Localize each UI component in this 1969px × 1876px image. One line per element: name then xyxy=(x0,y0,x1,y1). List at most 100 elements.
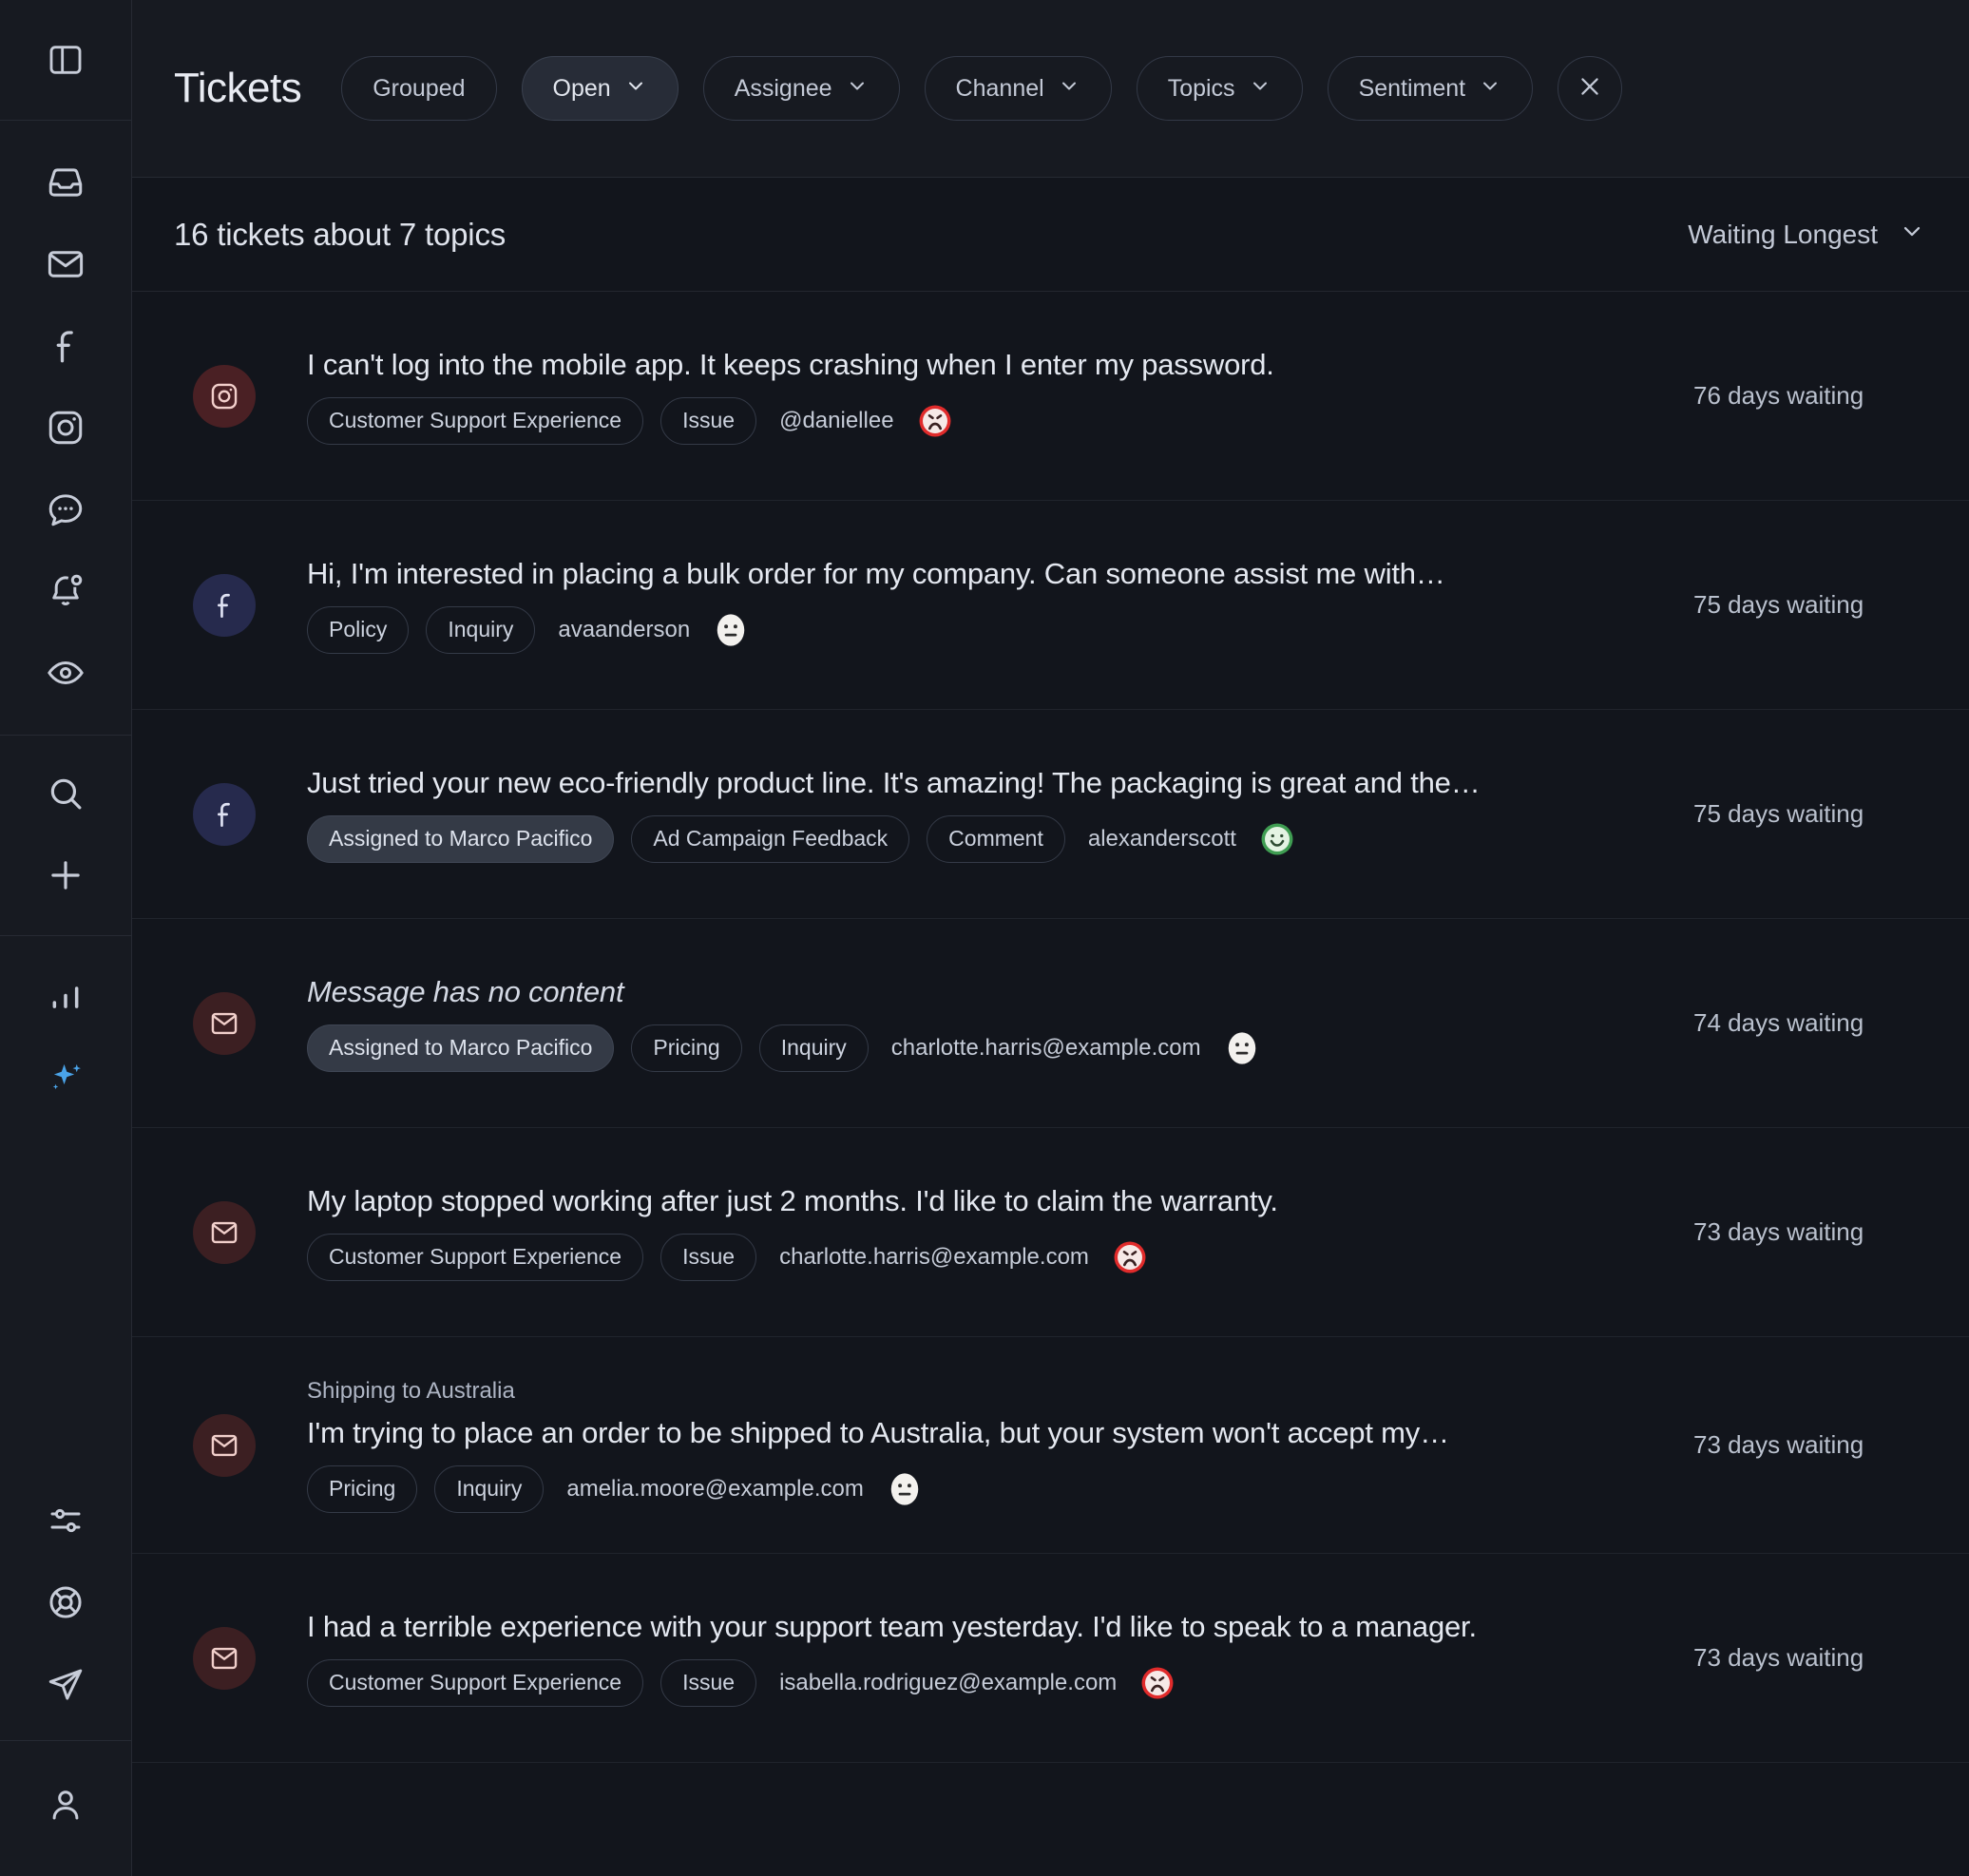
ticket-row[interactable]: Hi, I'm interested in placing a bulk ord… xyxy=(132,501,1969,710)
ticket-meta: Assigned to Marco Pacifico Ad Campaign Fe… xyxy=(307,814,1640,863)
plus-icon[interactable] xyxy=(25,834,106,916)
facebook-icon[interactable] xyxy=(25,305,106,387)
filter-assignee-label: Assignee xyxy=(734,74,832,102)
topic-tag[interactable]: Inquiry xyxy=(426,605,536,654)
ticket-row[interactable]: Message has no content Assigned to Marco… xyxy=(132,919,1969,1128)
main-panel: Tickets Grouped Open Assignee Channel To… xyxy=(132,0,1969,1876)
topic-tag[interactable]: Comment xyxy=(927,814,1065,863)
sentiment-neutral-icon xyxy=(1218,1030,1260,1066)
ticket-body: Message has no content Assigned to Marco… xyxy=(307,975,1640,1072)
ticket-row[interactable]: I had a terrible experience with your su… xyxy=(132,1554,1969,1763)
ticket-preview: I had a terrible experience with your su… xyxy=(307,1609,1477,1643)
chevron-down-icon xyxy=(1058,74,1080,104)
sort-dropdown-label: Waiting Longest xyxy=(1688,219,1878,249)
chevron-down-icon xyxy=(1479,74,1501,104)
topic-tag[interactable]: Issue xyxy=(660,396,757,445)
filter-channel-label: Channel xyxy=(955,74,1044,102)
filter-channel[interactable]: Channel xyxy=(924,56,1112,121)
channel-avatar-wrap xyxy=(174,364,307,428)
chevron-down-icon xyxy=(624,74,647,104)
filter-sentiment[interactable]: Sentiment xyxy=(1327,56,1534,121)
page-title: Tickets xyxy=(174,65,302,111)
ticket-preview: Hi, I'm interested in placing a bulk ord… xyxy=(307,556,1445,590)
topic-tag[interactable]: Inquiry xyxy=(758,1024,869,1072)
channel-avatar-wrap xyxy=(174,782,307,846)
sentiment-negative-icon xyxy=(1106,1239,1148,1275)
ticket-list: I can't log into the mobile app. It keep… xyxy=(132,292,1969,1876)
assignee-tag[interactable]: Assigned to Marco Pacifico xyxy=(307,1024,615,1072)
topic-tag[interactable]: Customer Support Experience xyxy=(307,1658,644,1707)
envelope-icon xyxy=(193,1200,256,1264)
ticket-body: I had a terrible experience with your su… xyxy=(307,1610,1640,1707)
sentiment-negative-icon xyxy=(911,403,953,439)
chevron-down-icon xyxy=(1249,74,1271,104)
ticket-row[interactable]: My laptop stopped working after just 2 m… xyxy=(132,1128,1969,1337)
sort-dropdown[interactable]: Waiting Longest xyxy=(1688,218,1925,251)
list-subheader: 16 tickets about 7 topics Waiting Longes… xyxy=(132,178,1969,292)
sentiment-negative-icon xyxy=(1134,1665,1176,1701)
send-icon[interactable] xyxy=(25,1643,106,1725)
filter-grouped[interactable]: Grouped xyxy=(341,56,497,121)
ai-sparkle-icon[interactable] xyxy=(25,1039,106,1120)
envelope-icon xyxy=(193,1626,256,1690)
filter-sentiment-label: Sentiment xyxy=(1358,74,1466,102)
inbox-icon[interactable] xyxy=(25,142,106,223)
ticket-row[interactable]: Shipping to Australia I'm trying to plac… xyxy=(132,1337,1969,1554)
ticket-meta: Policy Inquiry avaanderson xyxy=(307,605,1640,654)
search-icon[interactable] xyxy=(25,753,106,834)
filter-open[interactable]: Open xyxy=(521,56,679,121)
ticket-preview: I can't log into the mobile app. It keep… xyxy=(307,347,1274,381)
ticket-author: alexanderscott xyxy=(1087,825,1236,852)
ticket-author: charlotte.harris@example.com xyxy=(779,1243,1089,1270)
topic-tag[interactable]: Customer Support Experience xyxy=(307,396,644,445)
ticket-preview: My laptop stopped working after just 2 m… xyxy=(307,1183,1278,1217)
sliders-icon[interactable] xyxy=(25,1480,106,1561)
assignee-tag[interactable]: Assigned to Marco Pacifico xyxy=(307,814,615,863)
topic-tag[interactable]: Policy xyxy=(307,605,410,654)
filter-grouped-label: Grouped xyxy=(373,74,466,102)
ticket-waiting-time: 73 days waiting xyxy=(1693,1217,1864,1246)
sentiment-neutral-icon xyxy=(881,1471,923,1507)
ticket-author: @daniellee xyxy=(779,407,894,433)
sidebar-account xyxy=(0,1741,131,1876)
ticket-waiting-time: 73 days waiting xyxy=(1693,1643,1864,1672)
topic-tag[interactable]: Pricing xyxy=(631,1024,742,1072)
sidebar-insights xyxy=(0,936,131,1120)
topic-tag[interactable]: Issue xyxy=(660,1233,757,1281)
ticket-meta: Assigned to Marco Pacifico Pricing Inquiry… xyxy=(307,1024,1640,1072)
ticket-author: avaanderson xyxy=(558,616,691,642)
envelope-icon xyxy=(193,991,256,1055)
clear-filters-button[interactable] xyxy=(1558,56,1623,121)
sidebar-actions xyxy=(0,736,131,916)
facebook-icon xyxy=(193,573,256,637)
topic-tag[interactable]: Customer Support Experience xyxy=(307,1233,644,1281)
bell-dot-icon[interactable] xyxy=(25,550,106,632)
bar-chart-icon[interactable] xyxy=(25,957,106,1039)
instagram-icon[interactable] xyxy=(25,387,106,469)
topic-tag[interactable]: Ad Campaign Feedback xyxy=(631,814,910,863)
envelope-icon[interactable] xyxy=(25,223,106,305)
chevron-down-icon xyxy=(1899,218,1925,251)
ticket-body: I can't log into the mobile app. It keep… xyxy=(307,348,1640,445)
life-ring-icon[interactable] xyxy=(25,1561,106,1643)
filter-topics[interactable]: Topics xyxy=(1136,56,1303,121)
app-root: Tickets Grouped Open Assignee Channel To… xyxy=(0,0,1969,1876)
ticket-subject: Shipping to Australia xyxy=(307,1377,515,1404)
filter-assignee[interactable]: Assignee xyxy=(702,56,900,121)
sidebar-utility xyxy=(0,1480,131,1725)
ticket-preview: Just tried your new eco-friendly product… xyxy=(307,765,1481,799)
user-icon[interactable] xyxy=(25,1764,106,1846)
ticket-meta: Customer Support Experience Issue @daniel… xyxy=(307,396,1640,445)
chat-bubble-icon[interactable] xyxy=(25,469,106,550)
ticket-author: isabella.rodriguez@example.com xyxy=(779,1669,1118,1695)
topic-tag[interactable]: Pricing xyxy=(307,1464,418,1513)
ticket-body: My laptop stopped working after just 2 m… xyxy=(307,1184,1640,1281)
ticket-preview: I'm trying to place an order to be shipp… xyxy=(307,1415,1449,1449)
panel-toggle-icon[interactable] xyxy=(25,19,106,101)
eye-icon[interactable] xyxy=(25,632,106,714)
topic-tag[interactable]: Inquiry xyxy=(434,1464,545,1513)
ticket-waiting-time: 76 days waiting xyxy=(1693,381,1864,410)
ticket-row[interactable]: I can't log into the mobile app. It keep… xyxy=(132,292,1969,501)
topic-tag[interactable]: Issue xyxy=(660,1658,757,1707)
ticket-row[interactable]: Just tried your new eco-friendly product… xyxy=(132,710,1969,919)
